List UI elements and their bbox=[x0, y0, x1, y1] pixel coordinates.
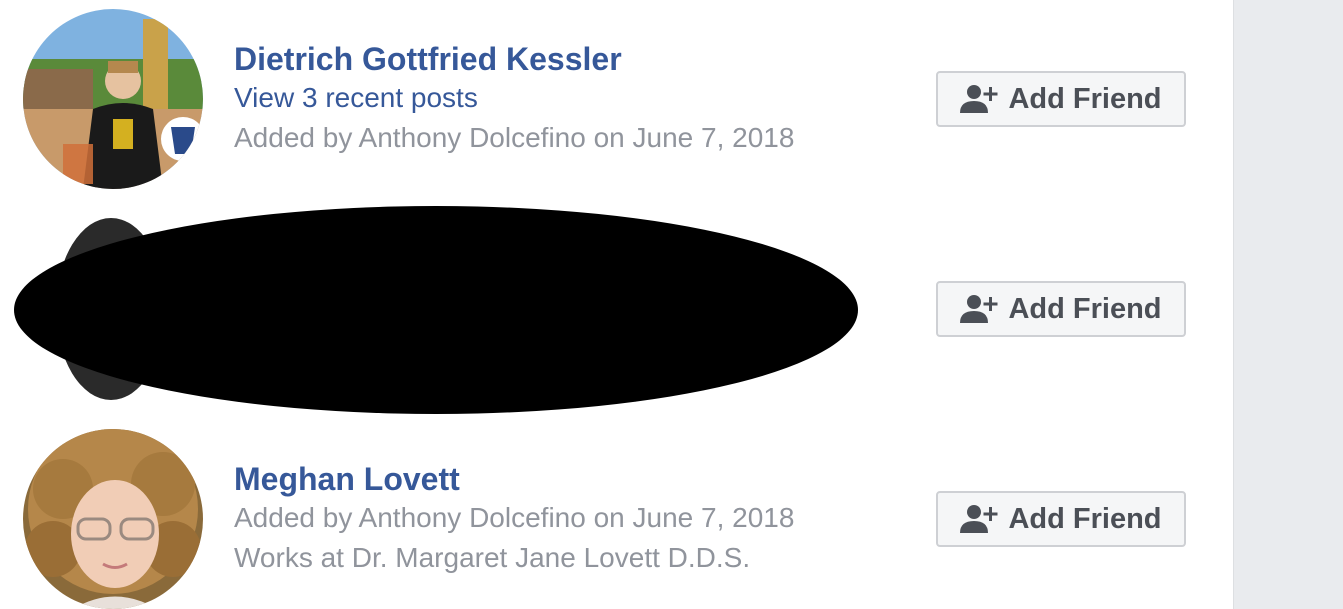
add-friend-label: Add Friend bbox=[1008, 292, 1162, 325]
member-name[interactable]: Dietrich Gottfried Kessler bbox=[234, 40, 794, 78]
right-sidebar bbox=[1233, 0, 1343, 609]
add-friend-button[interactable]: Add Friend bbox=[936, 491, 1186, 547]
avatar[interactable] bbox=[23, 9, 203, 189]
add-friend-icon bbox=[960, 293, 1000, 325]
added-by-text: Added by Anthony Dolcefino on June 7, 20… bbox=[234, 122, 795, 153]
member-info: Dietrich Gottfried Kessler View 3 recent… bbox=[234, 40, 794, 158]
member-row: Meghan Lovett Added by Anthony Dolcefino… bbox=[0, 420, 1230, 609]
add-friend-icon bbox=[960, 503, 1000, 535]
work-info: Works at Dr. Margaret Jane Lovett D.D.S. bbox=[234, 542, 751, 573]
member-row: Dietrich Gottfried Kessler View 3 recent… bbox=[0, 0, 1230, 200]
member-name[interactable]: Meghan Lovett bbox=[234, 460, 794, 498]
redaction-mark bbox=[14, 206, 858, 414]
member-info: Meghan Lovett Added by Anthony Dolcefino… bbox=[234, 460, 794, 578]
add-friend-button[interactable]: Add Friend bbox=[936, 281, 1186, 337]
add-friend-label: Add Friend bbox=[1008, 502, 1162, 535]
avatar[interactable] bbox=[23, 429, 203, 609]
recent-posts-link[interactable]: View 3 recent posts bbox=[234, 78, 794, 118]
add-friend-icon bbox=[960, 83, 1000, 115]
member-list-page: Dietrich Gottfried Kessler View 3 recent… bbox=[0, 0, 1343, 609]
add-friend-button[interactable]: Add Friend bbox=[936, 71, 1186, 127]
added-by-text: Added by Anthony Dolcefino on June 7, 20… bbox=[234, 502, 795, 533]
add-friend-label: Add Friend bbox=[1008, 82, 1162, 115]
